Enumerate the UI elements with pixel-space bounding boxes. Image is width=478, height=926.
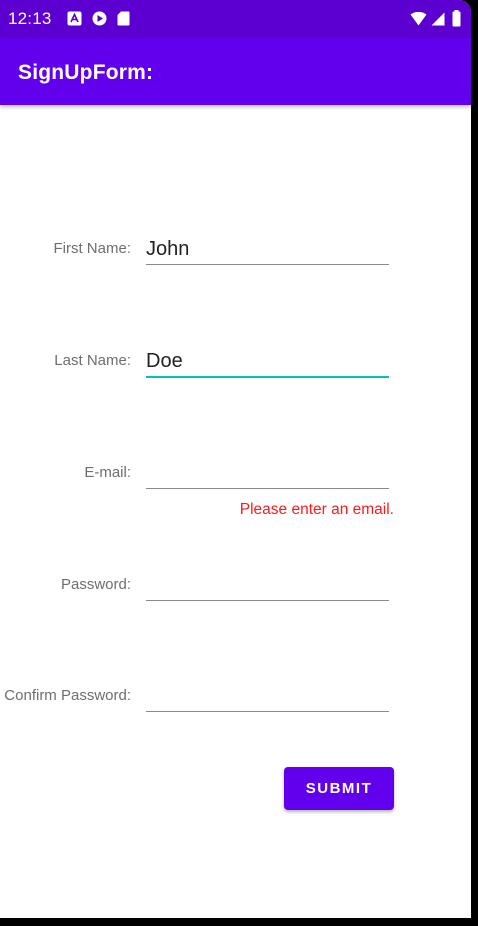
battery-icon xyxy=(452,10,461,32)
confirm-password-label: Confirm Password: xyxy=(4,687,131,704)
last-name-input[interactable] xyxy=(146,346,389,378)
confirm-password-input[interactable] xyxy=(146,681,389,712)
status-bar: 12:13 xyxy=(0,0,471,38)
email-label: E-mail: xyxy=(84,464,131,481)
app-screen: 12:13 SignUpForm: First Name: John Last … xyxy=(0,0,471,918)
password-label: Password: xyxy=(60,576,131,593)
first-name-label: First Name: xyxy=(53,240,131,257)
wifi-icon xyxy=(410,11,427,31)
email-input[interactable] xyxy=(146,458,389,489)
first-name-input[interactable] xyxy=(146,234,389,265)
submit-button[interactable]: SUBMIT xyxy=(284,767,394,810)
email-error-message: Please enter an email. xyxy=(239,501,394,518)
cell-signal-icon xyxy=(431,12,445,31)
password-input[interactable] xyxy=(146,570,389,601)
status-time: 12:13 xyxy=(8,9,52,28)
last-name-label: Last Name: xyxy=(54,352,131,369)
app-bar: SignUpForm: xyxy=(0,38,471,105)
a-notification-icon xyxy=(67,11,82,31)
sd-card-icon xyxy=(117,11,130,31)
app-title: SignUpForm: xyxy=(18,61,154,84)
play-store-icon xyxy=(92,11,107,31)
